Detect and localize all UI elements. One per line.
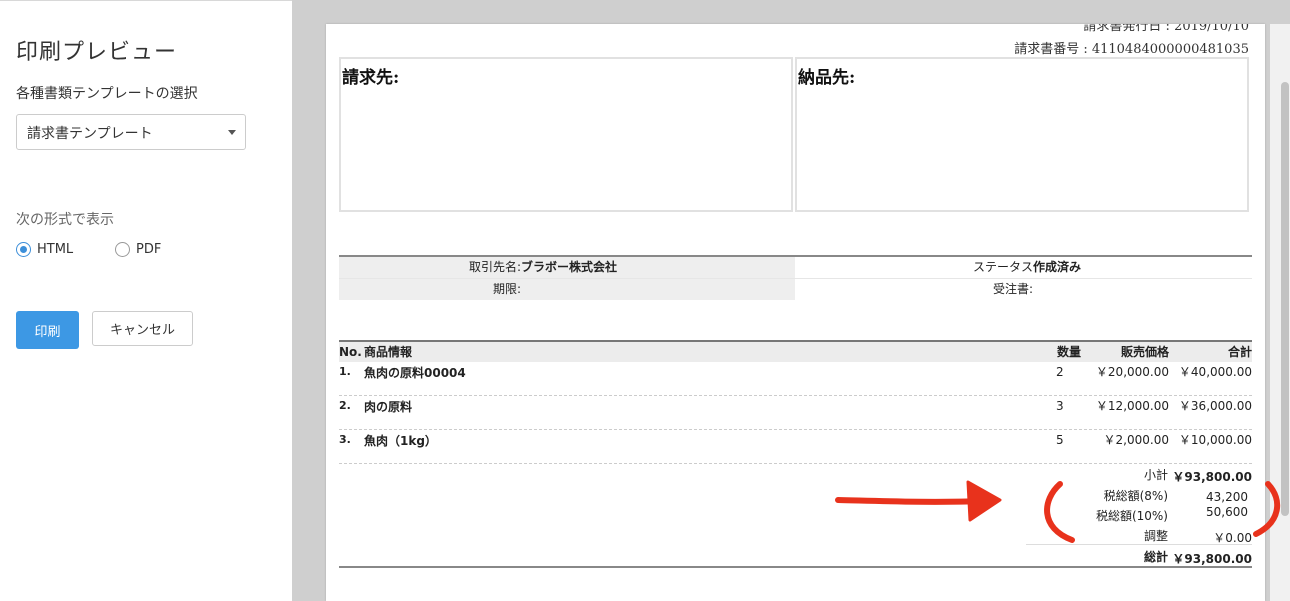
bill-to-box: 請求先: (339, 57, 793, 212)
col-price: 販売価格 (1120, 345, 1169, 359)
tax10-value: 50,600 (1206, 505, 1248, 519)
preview-scrollbar-thumb[interactable] (1281, 82, 1289, 516)
due-label: 期限: (492, 282, 521, 296)
format-radio-pdf-label: PDF (136, 242, 162, 257)
status-value: 作成済み (1033, 260, 1082, 274)
table-row: 2. 肉の原料 3 ￥12,000.00 ￥36,000.00 (339, 396, 1252, 430)
format-radio-html-label: HTML (37, 242, 74, 257)
info-row: 取引先名: ブラボー株式会社 ステータス 作成済み (339, 257, 1252, 278)
table-row: 3. 魚肉（1kg） 5 ￥2,000.00 ￥10,000.00 (339, 430, 1252, 464)
col-total: 合計 (1227, 345, 1252, 359)
radio-selected-icon (16, 242, 31, 257)
item-no: 1. (339, 365, 351, 378)
item-no: 2. (339, 399, 351, 412)
tax8-label: 税総額(8%) (1103, 489, 1168, 503)
invoice-info-table: 取引先名: ブラボー株式会社 ステータス 作成済み 期限: 受注書: (339, 255, 1252, 300)
item-name: 肉の原料 (364, 400, 413, 414)
chevron-down-icon (228, 130, 236, 135)
adjust-label: 調整 (1143, 529, 1168, 543)
template-select[interactable]: 請求書テンプレート (16, 114, 246, 150)
format-radio-html[interactable]: HTML (16, 242, 73, 257)
radio-unselected-icon (115, 242, 130, 257)
template-select-value: 請求書テンプレート (27, 126, 153, 142)
col-product: 商品情報 (364, 345, 413, 359)
item-total: ￥36,000.00 (1178, 399, 1252, 413)
grand-total-value: ￥93,800.00 (1172, 552, 1252, 566)
item-price: ￥12,000.00 (1095, 399, 1169, 413)
invoice-number: 請求書番号 : 4110484000000481035 (1014, 42, 1249, 57)
cancel-button[interactable]: キャンセル (92, 311, 193, 346)
table-row: 1. 魚肉の原料00004 2 ￥20,000.00 ￥40,000.00 (339, 362, 1252, 396)
print-settings-panel: 印刷プレビュー 各種書類テンプレートの選択 請求書テンプレート 次の形式で表示 … (0, 0, 292, 601)
col-qty: 数量 (1056, 345, 1081, 359)
template-select-label: 各種書類テンプレートの選択 (16, 86, 198, 102)
item-price: ￥2,000.00 (1103, 433, 1169, 447)
item-no: 3. (339, 433, 351, 446)
item-name: 魚肉の原料00004 (364, 366, 466, 380)
customer-value: ブラボー株式会社 (521, 260, 618, 274)
bottom-divider (339, 566, 1252, 568)
customer-label: 取引先名: (468, 260, 521, 274)
bill-to-label: 請求先: (342, 68, 400, 88)
item-total: ￥40,000.00 (1178, 365, 1252, 379)
subtotal-label: 小計 (1143, 468, 1168, 482)
ship-to-box: 納品先: (795, 57, 1249, 212)
grand-total-label: 総計 (1143, 550, 1168, 564)
print-button[interactable]: 印刷 (16, 311, 79, 349)
issue-date: 請求書発行日 : 2019/10/10 (1083, 24, 1249, 34)
info-row: 期限: 受注書: (339, 278, 1252, 300)
item-qty: 2 (1056, 365, 1064, 379)
status-label: ステータス (972, 260, 1033, 274)
item-name: 魚肉（1kg） (364, 434, 437, 448)
item-price: ￥20,000.00 (1095, 365, 1169, 379)
ship-to-label: 納品先: (798, 68, 856, 88)
line-items-table: No. 商品情報 数量 販売価格 合計 1. 魚肉の原料00004 2 ￥20,… (339, 340, 1252, 464)
item-total: ￥10,000.00 (1178, 433, 1252, 447)
grand-total-divider (1026, 544, 1252, 545)
format-label: 次の形式で表示 (16, 212, 114, 228)
page-title: 印刷プレビュー (16, 40, 178, 65)
format-radio-pdf[interactable]: PDF (115, 242, 161, 257)
invoice-document: 請求書発行日 : 2019/10/10 請求書番号 : 411048400000… (326, 24, 1265, 601)
tax10-label: 税総額(10%) (1095, 509, 1168, 523)
order-label: 受注書: (992, 282, 1033, 296)
subtotal-value: ￥93,800.00 (1172, 470, 1252, 484)
table-header: No. 商品情報 数量 販売価格 合計 (339, 342, 1252, 362)
col-no: No. (339, 345, 362, 359)
item-qty: 3 (1056, 399, 1064, 413)
tax8-value: 43,200 (1206, 490, 1248, 504)
item-qty: 5 (1056, 433, 1064, 447)
